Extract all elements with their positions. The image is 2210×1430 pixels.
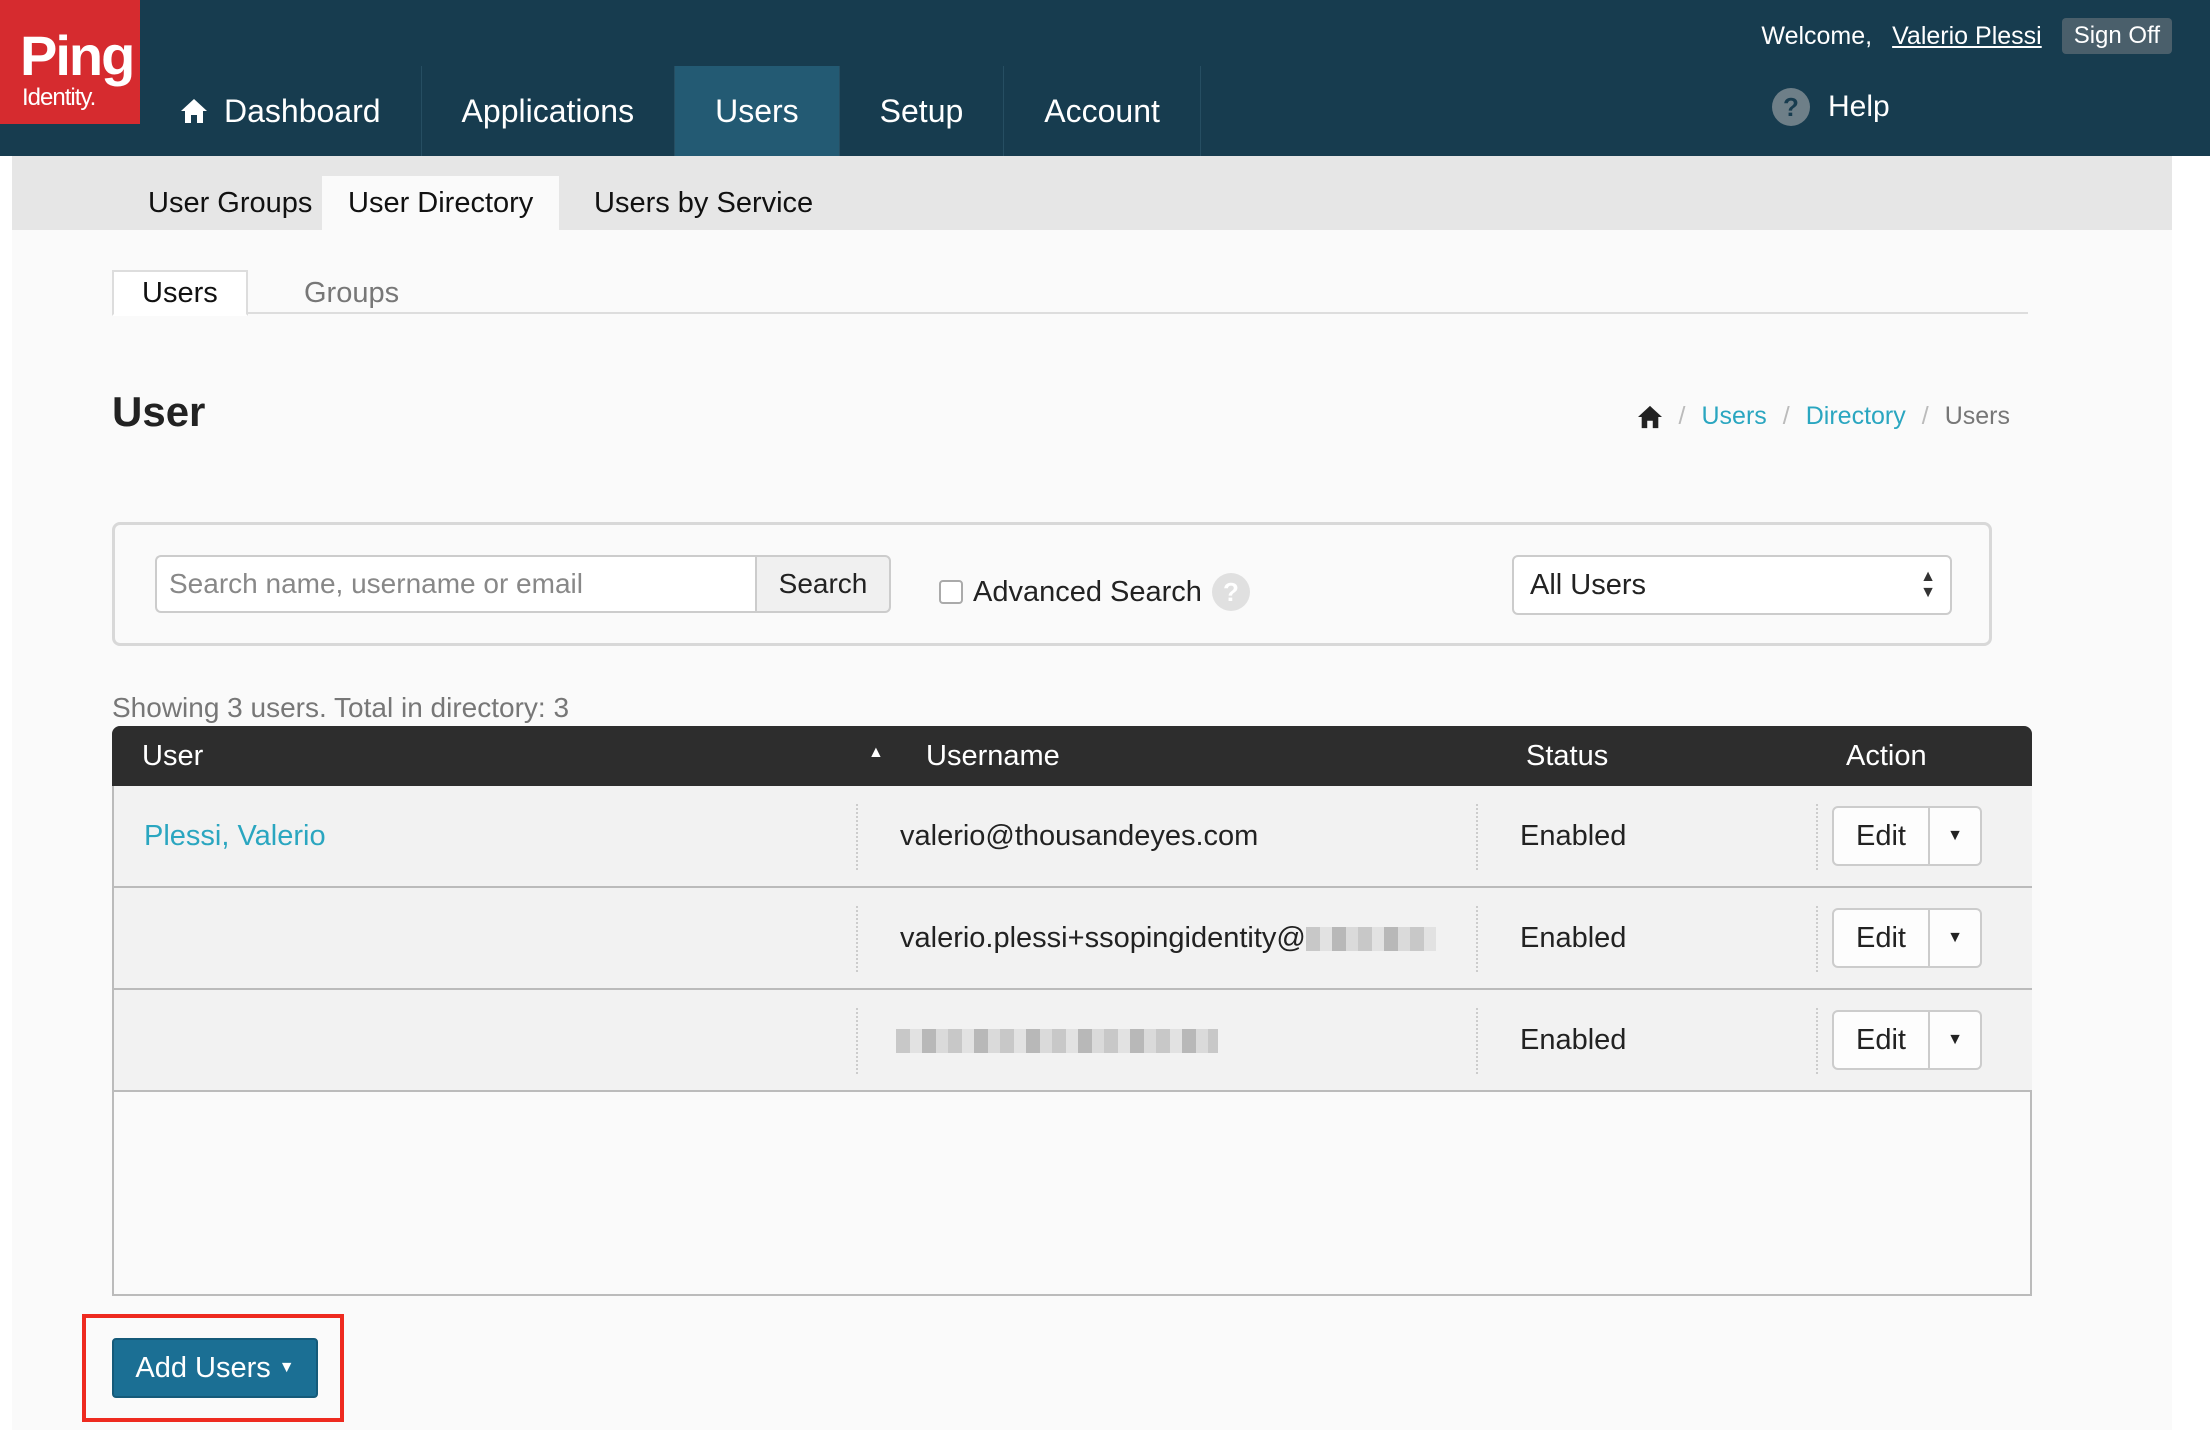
column-divider [856,1008,858,1074]
table-row: valerio.plessi+ssopingidentity@ Enabled … [114,888,2032,990]
help-icon: ? [1772,88,1810,126]
subnav-item-label: User Groups [148,186,313,219]
column-header-username[interactable]: Username [926,740,1060,773]
username-text: valerio.plessi+ssopingidentity@ [900,922,1306,954]
help-icon[interactable]: ? [1211,573,1250,611]
chevron-down-icon[interactable]: ▼ [1930,1010,1982,1070]
column-header-status: Status [1526,740,1609,772]
edit-button[interactable]: Edit [1832,1010,1930,1070]
add-users-button[interactable]: Add Users ▼ [112,1338,318,1398]
search-button[interactable]: Search [755,555,891,613]
tab-groups[interactable]: Groups [276,270,427,316]
logo-text: Ping [20,24,135,87]
status-cell: Enabled [1520,820,1627,852]
advanced-search: Advanced Search ? [939,573,1250,611]
nav-item-applications[interactable]: Applications [422,66,676,156]
column-divider [1816,804,1818,870]
redacted-text [1305,927,1436,952]
nav-item-dashboard[interactable]: Dashboard [140,66,422,156]
status-cell: Enabled [1520,922,1627,954]
username-cell: valerio.plessi+ssopingidentity@ [900,922,1436,955]
tab-label: Users [142,276,218,309]
logo-subtext: Identity. [22,84,96,111]
tab-users[interactable]: Users [112,270,248,316]
subnav-item-label: User Directory [348,186,534,219]
username-cell [896,1024,1218,1057]
column-divider [1476,1008,1478,1074]
edit-button[interactable]: Edit [1832,908,1930,968]
table-row: Enabled Edit ▼ [114,990,2032,1092]
users-table: User ▲ Username Status Action Plessi, Va… [112,726,2032,1296]
column-divider [1816,906,1818,972]
app-header: Ping Identity. Welcome, Valerio Plessi S… [0,0,2210,156]
username-link[interactable]: Valerio Plessi [1892,22,2042,51]
edit-button-group: Edit ▼ [1832,806,1982,866]
breadcrumb-separator: / [1921,402,1929,430]
page-title: User [112,388,206,435]
tab-label: Groups [304,276,400,309]
column-divider [1816,1008,1818,1074]
sub-nav: User Groups User Directory Users by Serv… [12,156,2172,230]
table-row: Plessi, Valerio valerio@thousandeyes.com… [114,786,2032,888]
subnav-item-user-directory[interactable]: User Directory [322,176,560,230]
nav-item-label: Users [715,92,799,129]
search-panel: Search Advanced Search ? All Users ▲▼ [112,522,1992,646]
tab-bar: Users Groups [112,270,2028,316]
subnav-item-user-groups[interactable]: User Groups [122,176,338,230]
add-users-label: Add Users [135,1351,271,1384]
nav-item-label: Setup [879,92,964,129]
welcome-text: Welcome, [1761,21,1873,50]
breadcrumb-separator: / [1782,402,1790,430]
ping-identity-logo[interactable]: Ping Identity. [0,0,140,124]
table-header: User ▲ Username Status Action [112,726,2032,786]
column-divider [856,906,858,972]
help-link[interactable]: ? Help [1772,88,1890,126]
edit-button[interactable]: Edit [1832,806,1930,866]
column-divider [1476,804,1478,870]
select-arrows-icon: ▲ ▼ [1920,568,1936,601]
main-content: Users Groups User / Users / Directory / … [12,230,2172,1430]
breadcrumb-directory[interactable]: Directory [1806,402,1906,431]
nav-item-label: Dashboard [224,92,381,129]
column-header-user[interactable]: User [142,740,203,773]
user-filter-value: All Users [1530,568,1647,601]
redacted-text [896,1029,1218,1054]
home-icon[interactable] [1637,405,1663,429]
main-nav: Dashboard Applications Users Setup Accou… [140,66,1201,156]
nav-item-users[interactable]: Users [675,66,840,156]
nav-item-setup[interactable]: Setup [840,66,1005,156]
edit-button-group: Edit ▼ [1832,1010,1982,1070]
search-input[interactable] [155,555,755,613]
user-filter-select[interactable]: All Users ▲ ▼ [1512,555,1952,615]
breadcrumb-separator: / [1678,402,1686,430]
nav-item-label: Account [1044,92,1160,129]
advanced-search-checkbox[interactable] [939,580,963,604]
nav-item-account[interactable]: Account [1004,66,1201,156]
results-summary: Showing 3 users. Total in directory: 3 [112,692,570,723]
subnav-item-users-by-service[interactable]: Users by Service [568,176,839,230]
advanced-search-label[interactable]: Advanced Search [973,576,1202,609]
sign-off-button[interactable]: Sign Off [2061,18,2172,54]
user-bar: Welcome, Valerio Plessi Sign Off [1761,16,2172,56]
column-divider [856,804,858,870]
chevron-down-icon[interactable]: ▼ [1930,806,1982,866]
user-name-link[interactable]: Plessi, Valerio [144,820,326,853]
username-cell: valerio@thousandeyes.com [900,820,1259,852]
help-label: Help [1828,90,1890,123]
subnav-item-label: Users by Service [594,186,814,219]
breadcrumb: / Users / Directory / Users [1637,402,2010,431]
sort-ascending-icon[interactable]: ▲ [868,744,884,762]
home-icon [181,99,207,123]
nav-item-label: Applications [461,92,635,129]
edit-button-group: Edit ▼ [1832,908,1982,968]
status-cell: Enabled [1520,1024,1627,1056]
breadcrumb-current: Users [1944,402,2010,430]
breadcrumb-users[interactable]: Users [1701,402,1766,431]
column-divider [1476,906,1478,972]
chevron-down-icon: ▼ [278,1359,295,1376]
chevron-down-icon[interactable]: ▼ [1930,908,1982,968]
column-header-action: Action [1846,740,1927,772]
